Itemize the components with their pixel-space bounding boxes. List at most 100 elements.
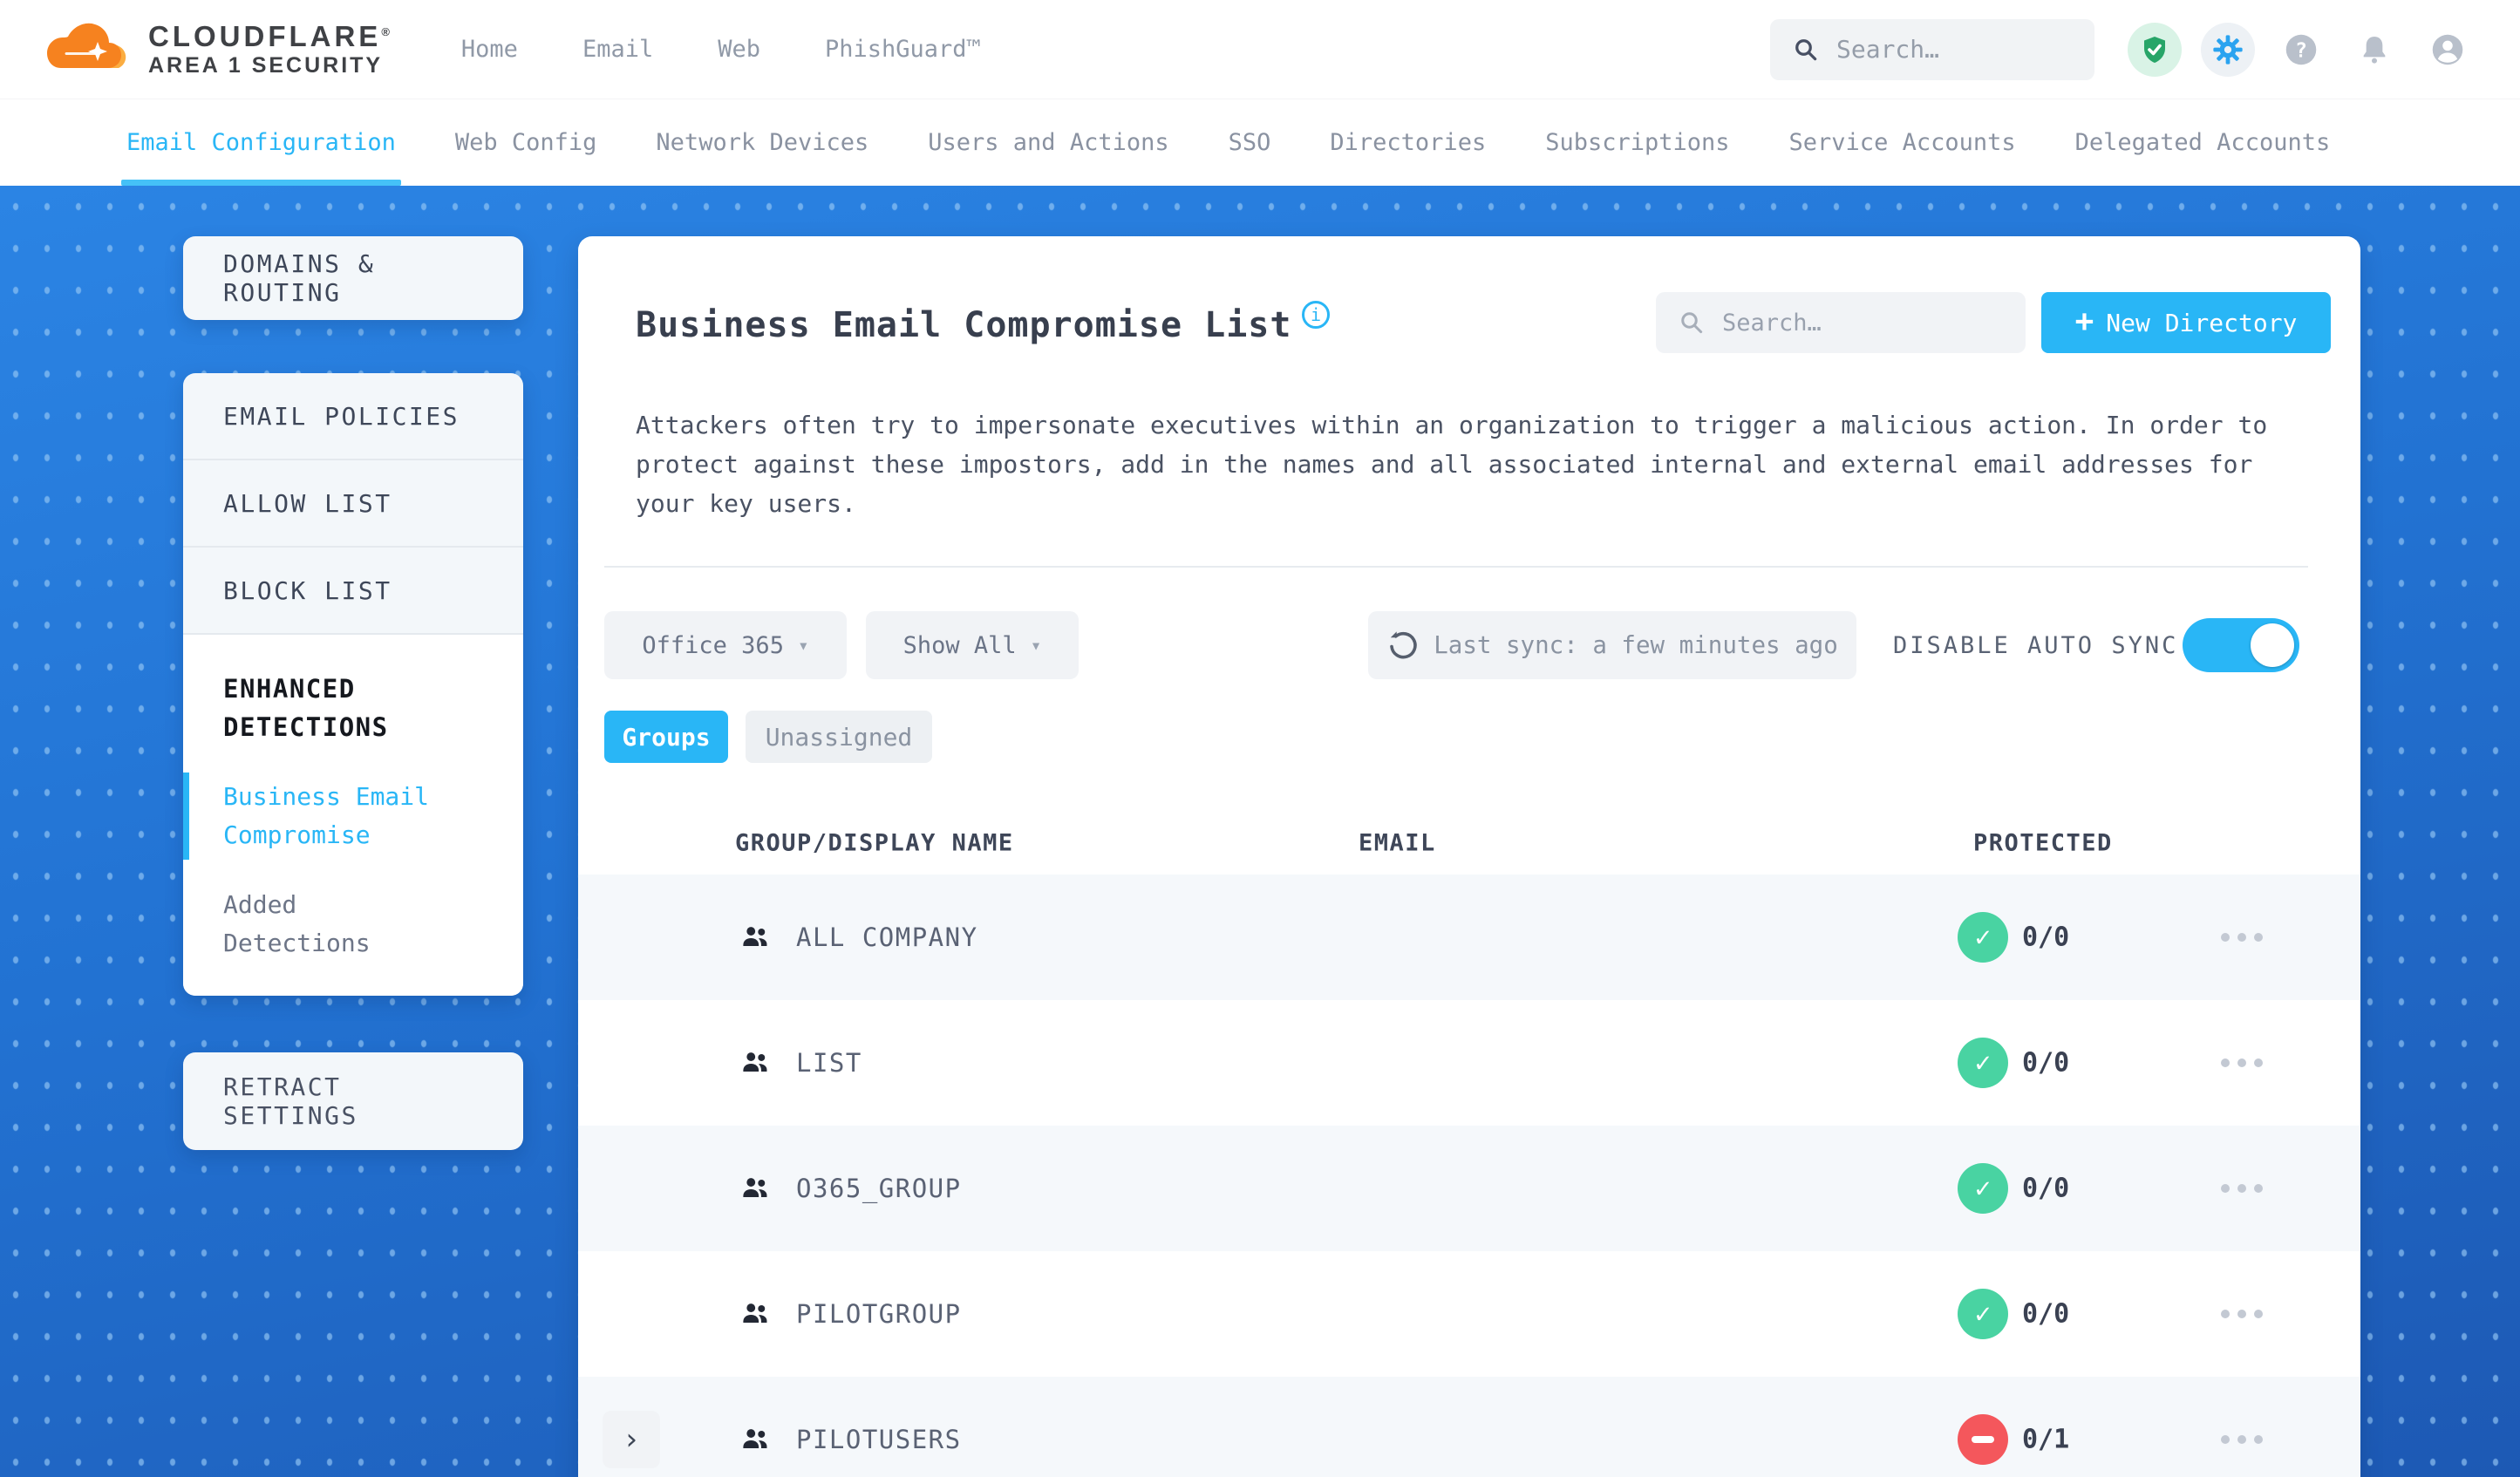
global-search-placeholder: Search…	[1836, 35, 1940, 64]
nav-email[interactable]: Email	[582, 36, 653, 63]
list-search-placeholder: Search…	[1722, 309, 1822, 337]
new-directory-button[interactable]: + New Directory	[2041, 292, 2331, 353]
chevron-down-icon: ▾	[797, 635, 809, 656]
tab-subscriptions[interactable]: Subscriptions	[1545, 99, 1729, 186]
tab-delegated-accounts[interactable]: Delegated Accounts	[2075, 99, 2331, 186]
divider	[604, 566, 2308, 568]
show-filter-select[interactable]: Show All ▾	[866, 611, 1079, 679]
col-group-display-name: GROUP/DISPLAY NAME	[735, 829, 1014, 857]
auto-sync-toggle[interactable]	[2183, 618, 2299, 672]
protected-count: 0/0	[2022, 922, 2070, 953]
sidebar-item-business-email-compromise[interactable]: Business Email Compromise	[183, 773, 450, 860]
expand-row-button[interactable]: ›	[603, 1411, 660, 1468]
registered-mark: ®	[381, 25, 390, 39]
tab-network-devices[interactable]: Network Devices	[656, 99, 868, 186]
sidebar-item-email-policies[interactable]: EMAIL POLICIES	[183, 373, 523, 460]
row-actions-menu-icon[interactable]	[2221, 1310, 2263, 1318]
sidebar-item-retract-settings[interactable]: RETRACT SETTINGS	[183, 1052, 523, 1150]
table-row-all-company: › ALL COMPANY ✓ 0/0	[578, 875, 2360, 1000]
sidebar-item-domains-routing[interactable]: DOMAINS & ROUTING	[183, 236, 523, 320]
account-user-icon[interactable]	[2421, 23, 2475, 77]
tab-web-config[interactable]: Web Config	[455, 99, 597, 186]
group-name: ALL COMPANY	[796, 922, 978, 952]
minus-icon	[1972, 1436, 1994, 1443]
main-panel: Business Email Compromise List i Search… …	[578, 236, 2360, 1477]
group-icon	[743, 1303, 767, 1323]
search-icon	[1681, 312, 1703, 334]
protected-count: 0/0	[2022, 1047, 2070, 1079]
protected-count: 0/0	[2022, 1298, 2070, 1330]
group-name: PILOTUSERS	[796, 1425, 962, 1454]
cloudflare-logo: CLOUDFLARE® AREA 1 SECURITY	[45, 20, 390, 78]
shield-check-icon[interactable]	[2128, 22, 2182, 77]
tab-sso[interactable]: SSO	[1229, 99, 1271, 186]
tab-unassigned[interactable]: Unassigned	[746, 711, 932, 763]
sidebar-policies-card: EMAIL POLICIES ALLOW LIST BLOCK LIST ENH…	[183, 373, 523, 996]
cloudflare-cloud-icon	[47, 23, 126, 68]
group-name: LIST	[796, 1048, 862, 1078]
search-icon	[1795, 38, 1817, 60]
directory-select[interactable]: Office 365 ▾	[604, 611, 847, 679]
col-protected: PROTECTED	[1973, 829, 2113, 857]
tab-service-accounts[interactable]: Service Accounts	[1789, 99, 2016, 186]
group-icon	[743, 1052, 767, 1072]
row-actions-menu-icon[interactable]	[2221, 1058, 2263, 1067]
groups-table: GROUP/DISPLAY NAME EMAIL PROTECTED › ALL…	[578, 812, 2360, 1477]
check-icon: ✓	[1974, 1047, 1992, 1079]
section-tabbar: Email Configuration Web Config Network Dev…	[0, 99, 2520, 186]
sidebar: DOMAINS & ROUTING EMAIL POLICIES ALLOW L…	[183, 236, 523, 1150]
group-icon	[743, 1178, 767, 1197]
last-sync-status: Last sync: a few minutes ago	[1368, 611, 1856, 679]
row-actions-menu-icon[interactable]	[2221, 933, 2263, 942]
content-area: DOMAINS & ROUTING EMAIL POLICIES ALLOW L…	[0, 186, 2520, 1477]
page-description: Attackers often try to impersonate execu…	[636, 411, 2268, 518]
protected-status-badge	[1958, 1414, 2008, 1465]
protected-count: 0/0	[2022, 1173, 2070, 1204]
sidebar-item-block-list[interactable]: BLOCK LIST	[183, 548, 523, 635]
sidebar-item-allow-list[interactable]: ALLOW LIST	[183, 460, 523, 548]
group-icon	[743, 1429, 767, 1448]
protected-status-badge: ✓	[1958, 912, 2008, 963]
plus-icon: +	[2074, 303, 2094, 339]
group-name: O365_GROUP	[796, 1174, 962, 1203]
check-icon: ✓	[1974, 1298, 1992, 1330]
check-icon: ✓	[1974, 922, 1992, 953]
table-row-pilotusers: › PILOTUSERS 0/1	[578, 1377, 2360, 1477]
filters-row: Office 365 ▾ Show All ▾ Last sync: a few…	[578, 611, 2360, 679]
logo-line2: AREA 1 SECURITY	[148, 52, 384, 78]
logo-line1: CLOUDFLARE®	[148, 20, 390, 53]
table-row-pilotgroup: › PILOTGROUP ✓ 0/0	[578, 1251, 2360, 1377]
help-icon[interactable]: ?	[2274, 23, 2328, 77]
nav-phishguard[interactable]: PhishGuard™	[825, 36, 981, 63]
tab-users-and-actions[interactable]: Users and Actions	[928, 99, 1168, 186]
protected-status-badge: ✓	[1958, 1163, 2008, 1214]
header-icons: ?	[2128, 22, 2475, 77]
domains-routing-label: DOMAINS & ROUTING	[223, 249, 376, 307]
row-actions-menu-icon[interactable]	[2221, 1435, 2263, 1444]
protected-count: 0/1	[2022, 1424, 2070, 1455]
disable-auto-sync-label: DISABLE AUTO SYNC	[1893, 631, 2179, 659]
sidebar-enhanced-detections-section: ENHANCED DETECTIONS Business Email Compr…	[183, 635, 523, 996]
table-row-o365-group: › O365_GROUP ✓ 0/0	[578, 1126, 2360, 1251]
top-nav: Home Email Web PhishGuard™	[461, 36, 981, 63]
list-search-input[interactable]: Search…	[1656, 292, 2026, 353]
tab-directories[interactable]: Directories	[1330, 99, 1486, 186]
col-email: EMAIL	[1359, 829, 1436, 857]
tab-groups[interactable]: Groups	[604, 711, 728, 763]
group-icon	[743, 927, 767, 946]
refresh-icon	[1390, 631, 1417, 659]
svg-text:?: ?	[2295, 39, 2307, 62]
app-header: CLOUDFLARE® AREA 1 SECURITY Home Email W…	[0, 0, 2520, 99]
check-icon: ✓	[1974, 1173, 1992, 1204]
info-icon[interactable]: i	[1302, 301, 1331, 329]
toggle-knob	[2251, 623, 2294, 667]
global-search-input[interactable]: Search…	[1770, 18, 2094, 80]
nav-web[interactable]: Web	[718, 36, 760, 63]
tab-email-configuration[interactable]: Email Configuration	[121, 99, 401, 186]
row-actions-menu-icon[interactable]	[2221, 1184, 2263, 1193]
settings-gear-icon[interactable]	[2201, 22, 2255, 77]
sidebar-item-enhanced-detections[interactable]: ENHANCED DETECTIONS	[223, 670, 459, 746]
nav-home[interactable]: Home	[461, 36, 518, 63]
notifications-bell-icon[interactable]	[2347, 23, 2401, 77]
sidebar-item-added-detections[interactable]: Added Detections	[223, 886, 450, 963]
